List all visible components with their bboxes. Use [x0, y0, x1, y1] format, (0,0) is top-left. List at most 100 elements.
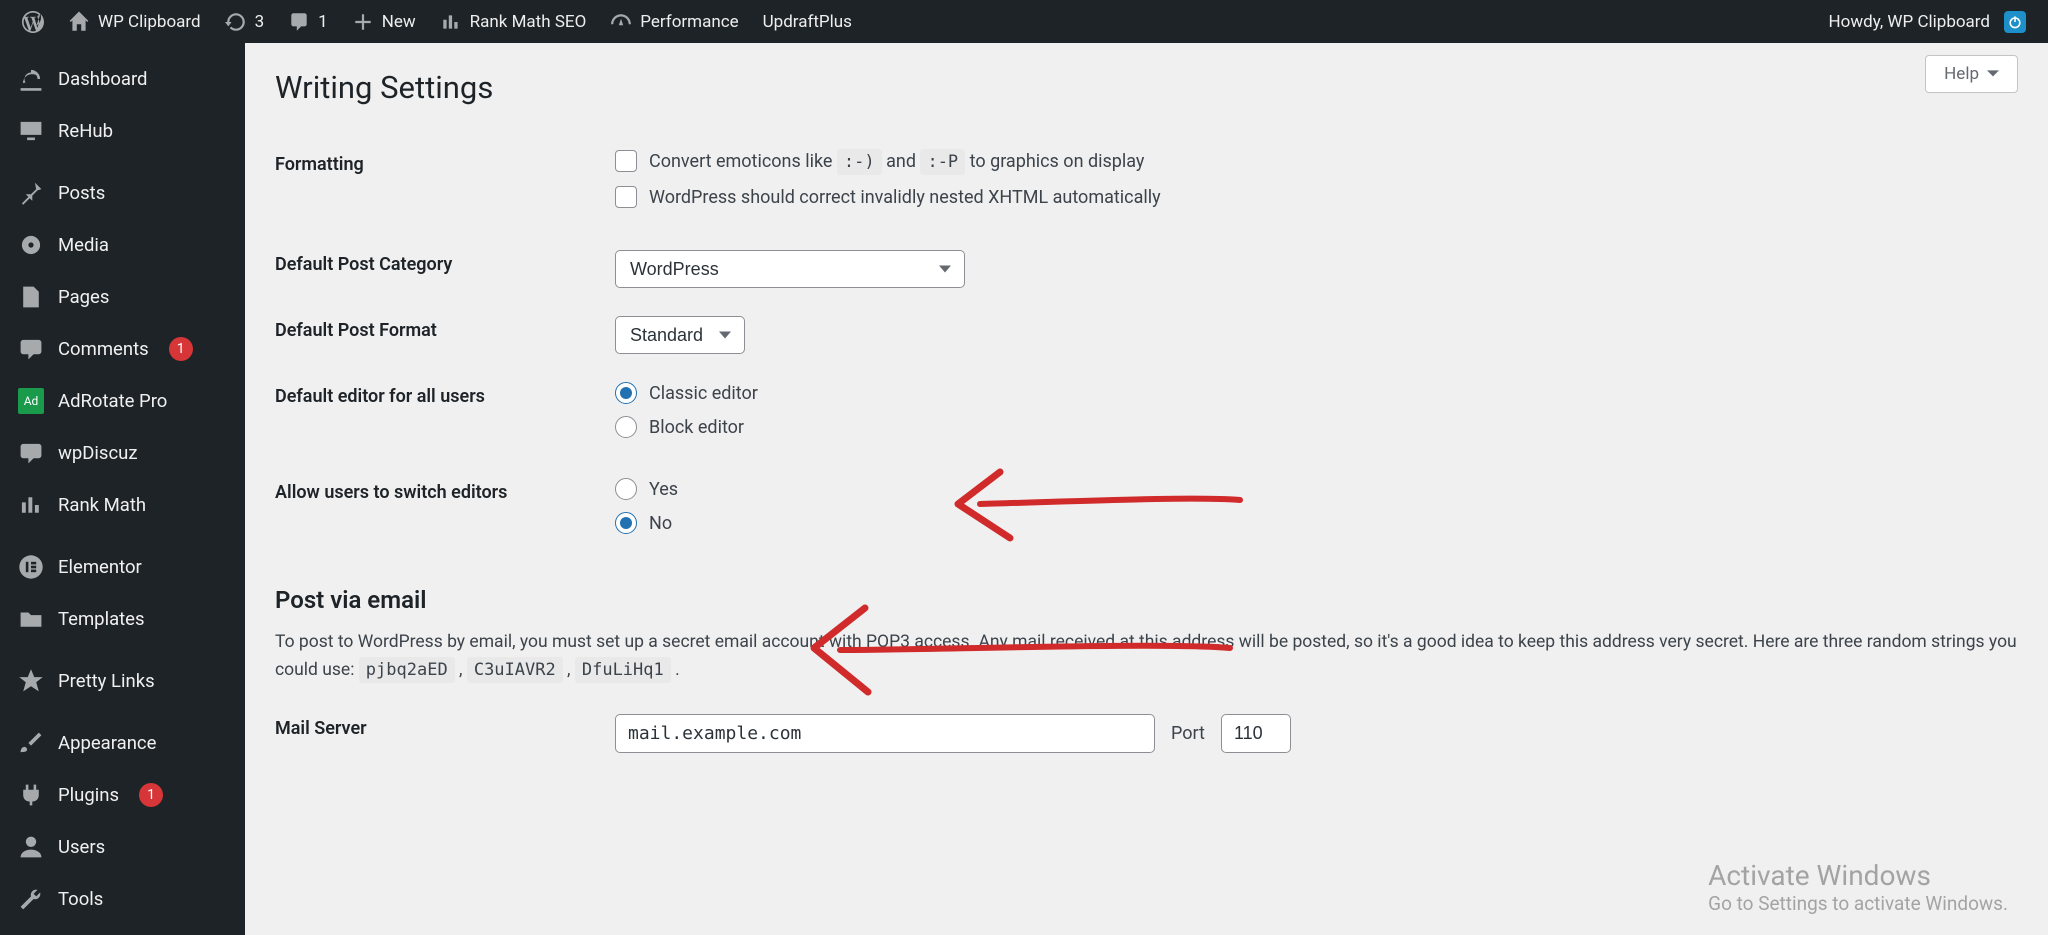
- sidebar-item-rankmath[interactable]: Rank Math: [0, 479, 245, 531]
- plus-icon: [352, 11, 374, 33]
- sidebar-item-label: Dashboard: [58, 68, 147, 90]
- chevron-down-icon: [1987, 68, 1999, 80]
- sidebar-item-label: Elementor: [58, 556, 142, 578]
- sidebar-item-rehub[interactable]: ReHub: [0, 105, 245, 157]
- updates-count: 3: [255, 12, 265, 32]
- editor-classic-row[interactable]: Classic editor: [615, 382, 2018, 404]
- convert-emoticons-text: Convert emoticons like :-) and :-P to gr…: [649, 151, 1144, 172]
- bar-chart-icon: [440, 11, 462, 33]
- performance-link[interactable]: Performance: [598, 0, 750, 43]
- plugins-badge: 1: [139, 783, 163, 807]
- convert-emoticons-checkbox[interactable]: [615, 150, 637, 172]
- gauge-icon: [610, 11, 632, 33]
- comments-badge: 1: [169, 337, 193, 361]
- sidebar-item-label: Rank Math: [58, 494, 146, 516]
- allow-switch-label: Allow users to switch editors: [275, 464, 615, 560]
- sidebar-item-comments[interactable]: Comments 1: [0, 323, 245, 375]
- chart-icon: [18, 492, 44, 518]
- editor-block-text: Block editor: [649, 417, 744, 438]
- xhtml-row[interactable]: WordPress should correct invalidly neste…: [615, 186, 2018, 208]
- page-icon: [18, 284, 44, 310]
- wordpress-icon: [22, 11, 44, 33]
- howdy-account[interactable]: Howdy, WP Clipboard: [1817, 0, 2038, 43]
- sidebar-item-prettylinks[interactable]: Pretty Links: [0, 655, 245, 707]
- rankmath-link[interactable]: Rank Math SEO: [428, 0, 599, 43]
- switch-no-radio[interactable]: [615, 512, 637, 534]
- updraft-label: UpdraftPlus: [763, 12, 852, 32]
- sidebar-item-appearance[interactable]: Appearance: [0, 717, 245, 769]
- sidebar-item-plugins[interactable]: Plugins 1: [0, 769, 245, 821]
- sidebar-item-elementor[interactable]: Elementor: [0, 541, 245, 593]
- default-format-select[interactable]: Standard: [615, 316, 745, 354]
- star-icon: [18, 668, 44, 694]
- code-rand1: pjbq2aED: [359, 657, 455, 683]
- code-rand2: C3uIAVR2: [467, 657, 563, 683]
- adrotate-icon: Ad: [18, 388, 44, 414]
- sidebar-item-label: Comments: [58, 338, 149, 360]
- comments-icon: [18, 336, 44, 362]
- editor-block-radio[interactable]: [615, 416, 637, 438]
- default-category-select[interactable]: WordPress: [615, 250, 965, 288]
- sidebar-item-templates[interactable]: Templates: [0, 593, 245, 645]
- xhtml-text: WordPress should correct invalidly neste…: [649, 187, 1161, 208]
- port-input[interactable]: [1221, 714, 1291, 753]
- help-tab[interactable]: Help: [1925, 55, 2018, 93]
- sidebar-item-label: Pages: [58, 286, 109, 308]
- dashboard-icon: [18, 66, 44, 92]
- sidebar-item-media[interactable]: Media: [0, 219, 245, 271]
- howdy-text: Howdy, WP Clipboard: [1829, 12, 1990, 32]
- page-title: Writing Settings: [275, 69, 2018, 106]
- sidebar-item-posts[interactable]: Posts: [0, 167, 245, 219]
- sidebar-item-label: Appearance: [58, 732, 156, 754]
- editor-block-row[interactable]: Block editor: [615, 416, 2018, 438]
- user-icon: [18, 834, 44, 860]
- comments-link[interactable]: 1: [276, 0, 340, 43]
- sidebar-item-dashboard[interactable]: Dashboard: [0, 53, 245, 105]
- sidebar-item-pages[interactable]: Pages: [0, 271, 245, 323]
- elementor-icon: [18, 554, 44, 580]
- power-icon: [2004, 11, 2026, 33]
- sidebar-item-adrotate[interactable]: Ad AdRotate Pro: [0, 375, 245, 427]
- sidebar-item-label: Posts: [58, 182, 105, 204]
- admin-toolbar-left: WP Clipboard 3 1 New Rank Math SEO Perfo…: [10, 0, 864, 43]
- switch-yes-row[interactable]: Yes: [615, 478, 2018, 500]
- mail-server-input[interactable]: [615, 714, 1155, 753]
- sidebar-item-label: AdRotate Pro: [58, 390, 167, 412]
- performance-label: Performance: [640, 12, 738, 32]
- folder-icon: [18, 606, 44, 632]
- sidebar-item-label: Templates: [58, 608, 145, 630]
- sidebar-item-users[interactable]: Users: [0, 821, 245, 873]
- convert-emoticons-row[interactable]: Convert emoticons like :-) and :-P to gr…: [615, 150, 2018, 172]
- code-emoticon1: :-): [837, 149, 882, 175]
- admin-toolbar-right: Howdy, WP Clipboard: [1817, 0, 2038, 43]
- xhtml-checkbox[interactable]: [615, 186, 637, 208]
- rankmath-label: Rank Math SEO: [470, 12, 587, 32]
- update-icon: [225, 11, 247, 33]
- home-icon: [68, 11, 90, 33]
- sidebar-item-tools[interactable]: Tools: [0, 873, 245, 925]
- code-emoticon2: :-P: [920, 149, 965, 175]
- updates-link[interactable]: 3: [213, 0, 277, 43]
- switch-yes-text: Yes: [649, 479, 678, 500]
- default-editor-label: Default editor for all users: [275, 368, 615, 464]
- updraft-link[interactable]: UpdraftPlus: [751, 0, 864, 43]
- sidebar-item-label: Media: [58, 234, 109, 256]
- comments-count: 1: [318, 12, 328, 32]
- new-content[interactable]: New: [340, 0, 428, 43]
- sidebar-item-label: Tools: [58, 888, 103, 910]
- sidebar-item-wpdiscuz[interactable]: wpDiscuz: [0, 427, 245, 479]
- wp-logo[interactable]: [10, 0, 56, 43]
- sidebar-item-label: Pretty Links: [58, 670, 155, 692]
- post-via-email-desc: To post to WordPress by email, you must …: [275, 628, 2018, 684]
- switch-no-row[interactable]: No: [615, 512, 2018, 534]
- sidebar-item-label: Plugins: [58, 784, 119, 806]
- mail-server-label: Mail Server: [275, 700, 615, 767]
- default-format-label: Default Post Format: [275, 302, 615, 368]
- pin-icon: [18, 180, 44, 206]
- site-home[interactable]: WP Clipboard: [56, 0, 213, 43]
- admin-toolbar: WP Clipboard 3 1 New Rank Math SEO Perfo…: [0, 0, 2048, 43]
- admin-sidebar: Dashboard ReHub Posts Media Pages Commen…: [0, 43, 245, 935]
- mail-settings: Mail Server Port: [275, 700, 2018, 767]
- editor-classic-radio[interactable]: [615, 382, 637, 404]
- switch-yes-radio[interactable]: [615, 478, 637, 500]
